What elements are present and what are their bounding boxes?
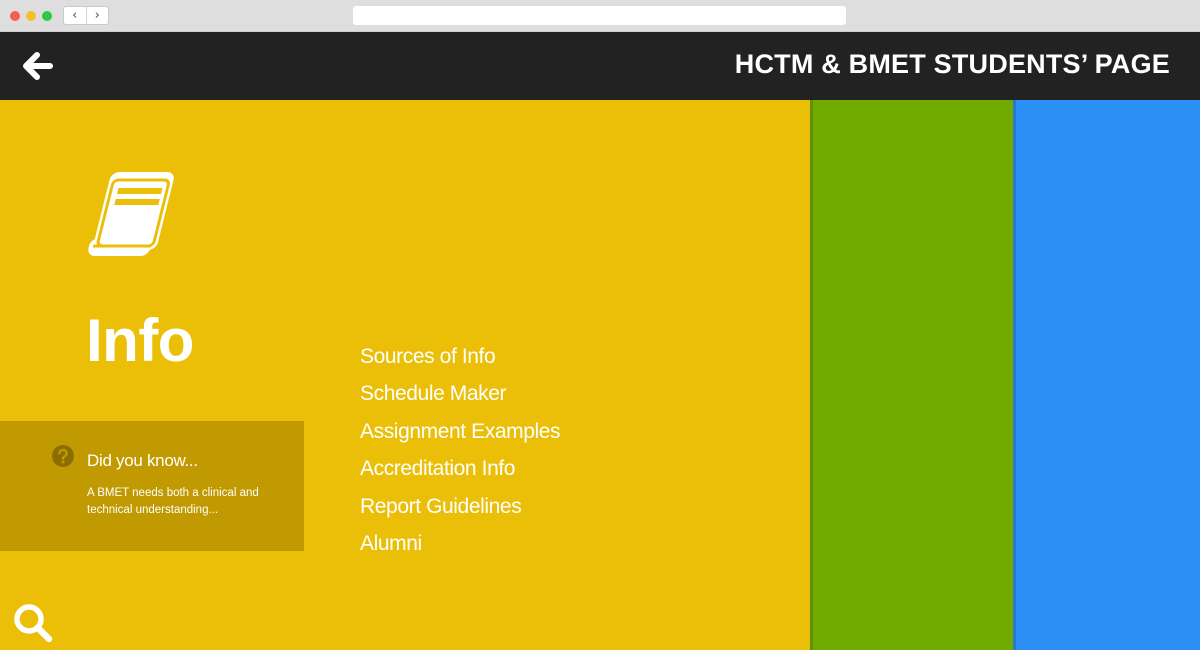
link-alumni[interactable]: Alumni [360, 525, 560, 562]
green-panel[interactable] [810, 100, 1013, 650]
question-circle-icon [52, 445, 74, 467]
info-panel: Info Sources of Info Schedule Maker Assi… [0, 100, 810, 650]
browser-nav-buttons: ‹ › [63, 6, 109, 25]
browser-forward-button[interactable]: › [85, 7, 109, 24]
window-minimize-button[interactable] [26, 11, 36, 21]
info-links: Sources of Info Schedule Maker Assignmen… [360, 338, 561, 562]
book-icon [88, 172, 174, 256]
did-you-know-title: Did you know... [87, 451, 198, 470]
info-heading: Info [86, 307, 194, 374]
link-accreditation-info[interactable]: Accreditation Info [360, 450, 560, 487]
link-sources-of-info[interactable]: Sources of Info [360, 338, 560, 375]
browser-back-button[interactable]: ‹ [64, 7, 86, 24]
blue-panel[interactable] [1013, 100, 1200, 650]
did-you-know-text: A BMET needs both a clinical and technic… [87, 487, 259, 516]
site-header: HCTM & BMET STUDENTS’ PAGE [0, 32, 1200, 100]
link-schedule-maker[interactable]: Schedule Maker [360, 375, 560, 412]
browser-toolbar: ‹ › [0, 0, 1200, 32]
page-title: HCTM & BMET STUDENTS’ PAGE [734, 49, 1170, 79]
link-assignment-examples[interactable]: Assignment Examples [360, 413, 561, 450]
link-report-guidelines[interactable]: Report Guidelines [360, 488, 560, 525]
window-close-button[interactable] [10, 11, 20, 21]
window-zoom-button[interactable] [42, 11, 52, 21]
left-arrow-icon[interactable] [20, 50, 54, 82]
did-you-know-box: Did you know... A BMET needs both a clin… [0, 421, 304, 551]
search-icon[interactable] [12, 602, 54, 644]
address-bar[interactable] [353, 6, 846, 25]
